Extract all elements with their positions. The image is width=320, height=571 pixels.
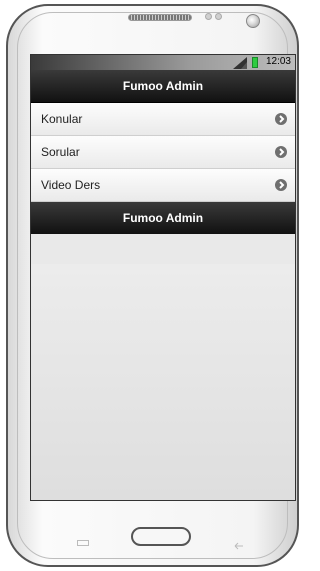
proximity-sensor bbox=[205, 13, 212, 20]
status-time: 12:03 bbox=[265, 56, 291, 67]
chevron-right-icon bbox=[275, 113, 287, 125]
home-button[interactable] bbox=[131, 527, 191, 546]
page-title: Fumoo Admin bbox=[31, 70, 295, 103]
battery-icon bbox=[252, 57, 258, 68]
earpiece-speaker bbox=[128, 14, 192, 21]
front-camera bbox=[246, 14, 260, 28]
content-area bbox=[31, 264, 295, 500]
menu-key-icon[interactable] bbox=[77, 540, 89, 546]
app-screen: 12:03 Fumoo Admin Konular Sorular Video … bbox=[30, 54, 296, 501]
light-sensor bbox=[215, 13, 222, 20]
list-item-sorular[interactable]: Sorular bbox=[31, 136, 295, 169]
list-item-label: Video Ders bbox=[41, 178, 101, 192]
list-item-label: Konular bbox=[41, 112, 83, 126]
list-item-label: Sorular bbox=[41, 145, 80, 159]
chevron-right-icon bbox=[275, 146, 287, 158]
list-item-konular[interactable]: Konular bbox=[31, 103, 295, 136]
footer-bar: Fumoo Admin bbox=[31, 202, 295, 234]
back-key-icon[interactable] bbox=[233, 537, 245, 550]
signal-icon bbox=[233, 56, 247, 69]
chevron-right-icon bbox=[275, 179, 287, 191]
status-bar: 12:03 bbox=[31, 55, 295, 70]
list-item-video-ders[interactable]: Video Ders bbox=[31, 169, 295, 202]
